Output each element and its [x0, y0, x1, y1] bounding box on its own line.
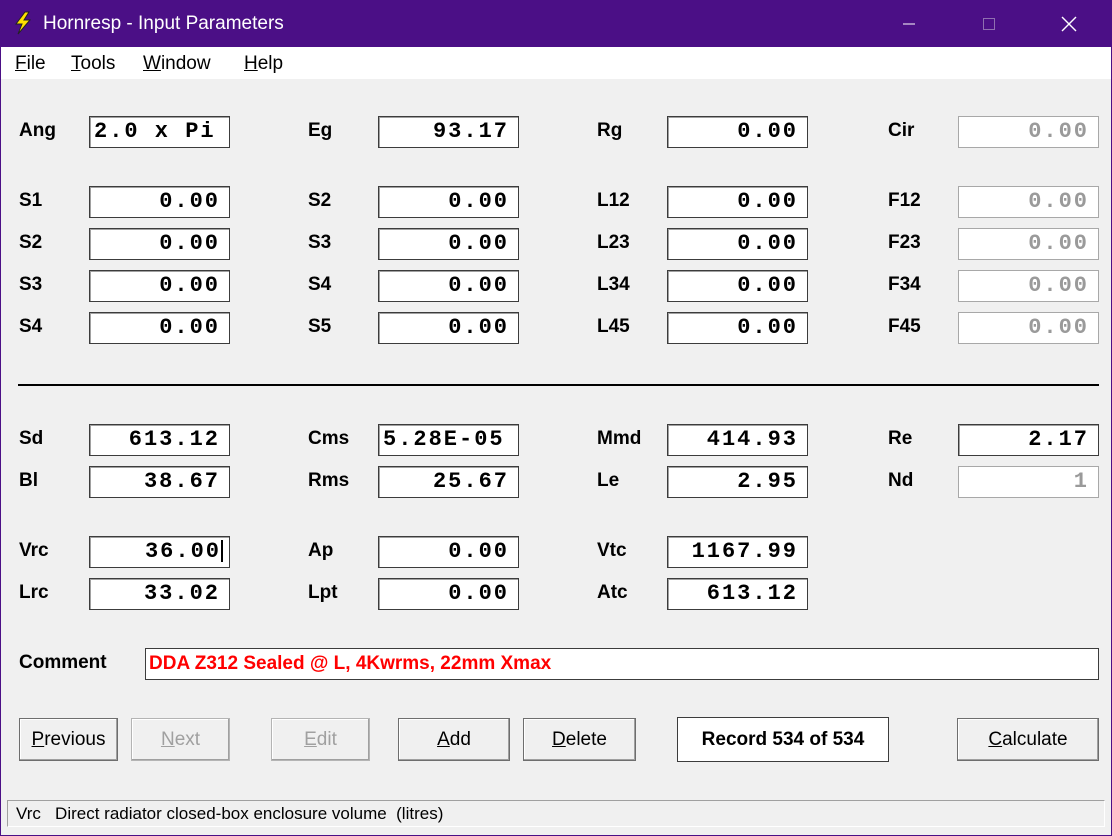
lightning-bolt-icon [15, 11, 32, 35]
f12-field: 0.00 [958, 186, 1099, 218]
menu-window[interactable]: Window [143, 53, 211, 75]
f12-label: F12 [888, 190, 921, 211]
rms-field[interactable]: 25.67 [378, 466, 519, 498]
lpt-label: Lpt [308, 582, 338, 603]
maximize-icon [983, 18, 995, 30]
vtc-label: Vtc [597, 540, 627, 561]
rms-label: Rms [308, 470, 350, 491]
title-bar[interactable]: Hornresp - Input Parameters [1, 1, 1111, 47]
s2-label: S2 [19, 232, 43, 253]
nd-label: Nd [888, 470, 914, 491]
cir-field: 0.00 [958, 116, 1099, 148]
ang-field[interactable]: 2.0 x Pi [89, 116, 230, 148]
s4-label-col2: S4 [308, 274, 332, 295]
menu-tools[interactable]: Tools [71, 53, 115, 75]
menu-bar: File Tools Window Help [1, 47, 1111, 79]
minimize-button[interactable] [869, 1, 949, 47]
s4-field-col2[interactable]: 0.00 [378, 270, 519, 302]
cms-field[interactable]: 5.28E-05 [378, 424, 519, 456]
status-message: Vrc Direct radiator closed-box enclosure… [16, 804, 444, 823]
lpt-field[interactable]: 0.00 [378, 578, 519, 610]
f23-label: F23 [888, 232, 921, 253]
rg-label: Rg [597, 120, 623, 141]
s2-field-col2[interactable]: 0.00 [378, 186, 519, 218]
bl-label: Bl [19, 470, 38, 491]
sd-label: Sd [19, 428, 44, 449]
atc-label: Atc [597, 582, 628, 603]
input-parameters-panel: Ang 2.0 x Pi Eg 93.17 Rg 0.00 Cir 0.00 S… [1, 79, 1111, 795]
record-counter: Record 534 of 534 [677, 717, 889, 762]
s5-label: S5 [308, 316, 332, 337]
comment-label: Comment [19, 652, 107, 673]
s2-field[interactable]: 0.00 [89, 228, 230, 260]
s1-field[interactable]: 0.00 [89, 186, 230, 218]
ap-label: Ap [308, 540, 334, 561]
s4-field[interactable]: 0.00 [89, 312, 230, 344]
le-field[interactable]: 2.95 [667, 466, 808, 498]
s3-field[interactable]: 0.00 [89, 270, 230, 302]
l45-field[interactable]: 0.00 [667, 312, 808, 344]
close-button[interactable] [1029, 1, 1109, 47]
re-label: Re [888, 428, 913, 449]
cms-label: Cms [308, 428, 350, 449]
section-divider [18, 384, 1099, 386]
close-icon [1061, 16, 1077, 32]
maximize-button[interactable] [949, 1, 1029, 47]
next-button: Next [131, 718, 230, 761]
l34-label: L34 [597, 274, 630, 295]
f34-field: 0.00 [958, 270, 1099, 302]
f45-label: F45 [888, 316, 921, 337]
ap-field[interactable]: 0.00 [378, 536, 519, 568]
menu-help[interactable]: Help [244, 53, 283, 75]
edit-button: Edit [271, 718, 370, 761]
l23-label: L23 [597, 232, 630, 253]
s3-field-col2[interactable]: 0.00 [378, 228, 519, 260]
l12-label: L12 [597, 190, 630, 211]
s1-label: S1 [19, 190, 43, 211]
comment-field[interactable]: DDA Z312 Sealed @ L, 4Kwrms, 22mm Xmax [145, 648, 1099, 680]
cir-label: Cir [888, 120, 915, 141]
minimize-icon [903, 23, 915, 25]
s5-field[interactable]: 0.00 [378, 312, 519, 344]
status-bar: Vrc Direct radiator closed-box enclosure… [1, 795, 1111, 835]
menu-file[interactable]: File [15, 53, 46, 75]
mmd-label: Mmd [597, 428, 642, 449]
eg-label: Eg [308, 120, 333, 141]
f23-field: 0.00 [958, 228, 1099, 260]
lrc-label: Lrc [19, 582, 49, 603]
vtc-field[interactable]: 1167.99 [667, 536, 808, 568]
l34-field[interactable]: 0.00 [667, 270, 808, 302]
eg-field[interactable]: 93.17 [378, 116, 519, 148]
s3-label: S3 [19, 274, 43, 295]
re-field[interactable]: 2.17 [958, 424, 1099, 456]
add-button[interactable]: Add [398, 718, 510, 761]
mmd-field[interactable]: 414.93 [667, 424, 808, 456]
s4-label: S4 [19, 316, 43, 337]
vrc-label: Vrc [19, 540, 49, 561]
status-text: Vrc Direct radiator closed-box enclosure… [7, 800, 1105, 827]
l12-field[interactable]: 0.00 [667, 186, 808, 218]
text-caret [221, 540, 223, 563]
lrc-field[interactable]: 33.02 [89, 578, 230, 610]
s2-label-col2: S2 [308, 190, 332, 211]
s3-label-col2: S3 [308, 232, 332, 253]
f45-field: 0.00 [958, 312, 1099, 344]
le-label: Le [597, 470, 620, 491]
atc-field[interactable]: 613.12 [667, 578, 808, 610]
previous-button[interactable]: Previous [19, 718, 118, 761]
calculate-button[interactable]: Calculate [957, 718, 1099, 761]
bl-field[interactable]: 38.67 [89, 466, 230, 498]
ang-label: Ang [19, 120, 56, 141]
window-title: Hornresp - Input Parameters [43, 13, 284, 34]
l23-field[interactable]: 0.00 [667, 228, 808, 260]
delete-button[interactable]: Delete [523, 718, 636, 761]
f34-label: F34 [888, 274, 921, 295]
l45-label: L45 [597, 316, 630, 337]
nd-field: 1 [958, 466, 1099, 498]
rg-field[interactable]: 0.00 [667, 116, 808, 148]
hornresp-window: Hornresp - Input Parameters File Tools W… [0, 0, 1112, 836]
vrc-value: 36.00 [144, 539, 221, 564]
vrc-field[interactable]: 36.00 [89, 536, 230, 568]
sd-field[interactable]: 613.12 [89, 424, 230, 456]
